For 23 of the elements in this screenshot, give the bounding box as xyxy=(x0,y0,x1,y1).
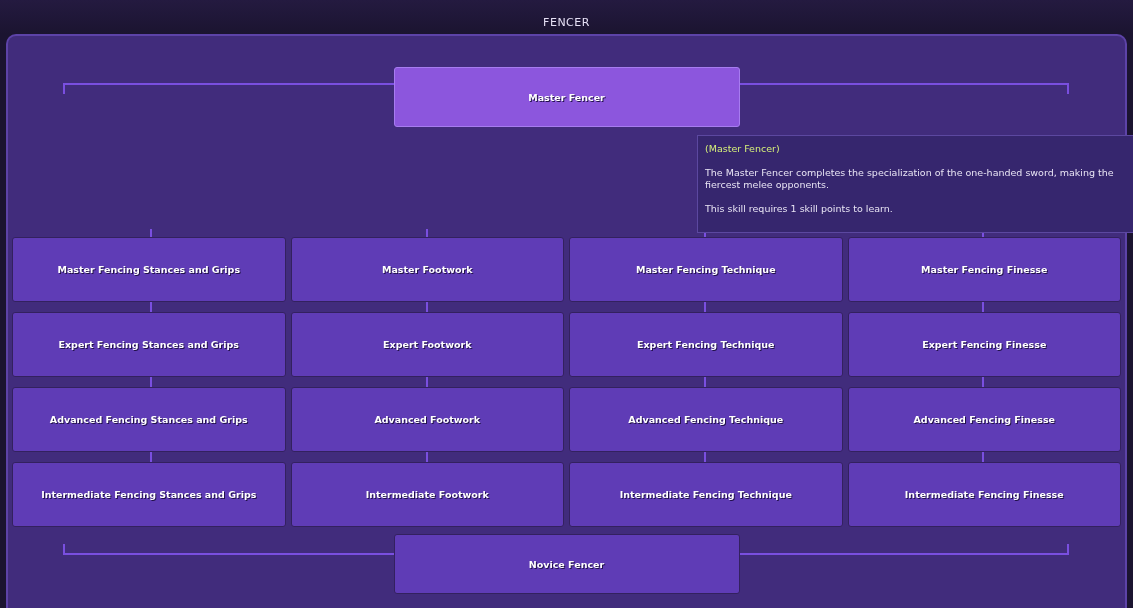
skill-node[interactable]: Master Fencing Stances and Grips xyxy=(12,237,286,302)
tooltip-title: (Master Fencer) xyxy=(705,143,781,155)
skill-node[interactable]: Intermediate Fencing Technique xyxy=(569,462,843,527)
skill-node[interactable]: Advanced Fencing Technique xyxy=(569,387,843,452)
tooltip-description: fiercest melee opponents. xyxy=(705,179,830,191)
skill-node[interactable]: Advanced Fencing Stances and Grips xyxy=(12,387,286,452)
window-title: FENCER xyxy=(543,16,590,31)
skill-node[interactable]: Master Fencing Finesse xyxy=(847,237,1121,302)
skill-node[interactable]: Intermediate Footwork xyxy=(290,462,564,527)
skill-node[interactable]: Master Footwork xyxy=(290,237,564,302)
skill-node[interactable]: Master Fencing Technique xyxy=(569,237,843,302)
skill-node[interactable]: Advanced Footwork xyxy=(290,387,564,452)
skill-node[interactable]: Master Fencer xyxy=(393,67,740,127)
skill-node[interactable]: Expert Fencing Stances and Grips xyxy=(12,312,286,377)
skill-node[interactable]: Advanced Fencing Finesse xyxy=(847,387,1121,452)
skill-node[interactable]: Intermediate Fencing Stances and Grips xyxy=(12,462,286,527)
tooltip-requirement: This skill requires 1 skill points to learn. xyxy=(705,203,894,215)
skill-node[interactable]: Expert Fencing Technique xyxy=(569,312,843,377)
skill-node[interactable]: Novice Fencer xyxy=(393,534,740,594)
tooltip-description: The Master Fencer completes the specialization of the one-handed sword, making the xyxy=(705,167,1115,179)
skill-node[interactable]: Expert Fencing Finesse xyxy=(847,312,1121,377)
skill-node[interactable]: Expert Footwork xyxy=(290,312,564,377)
skill-node[interactable]: Intermediate Fencing Finesse xyxy=(847,462,1121,527)
